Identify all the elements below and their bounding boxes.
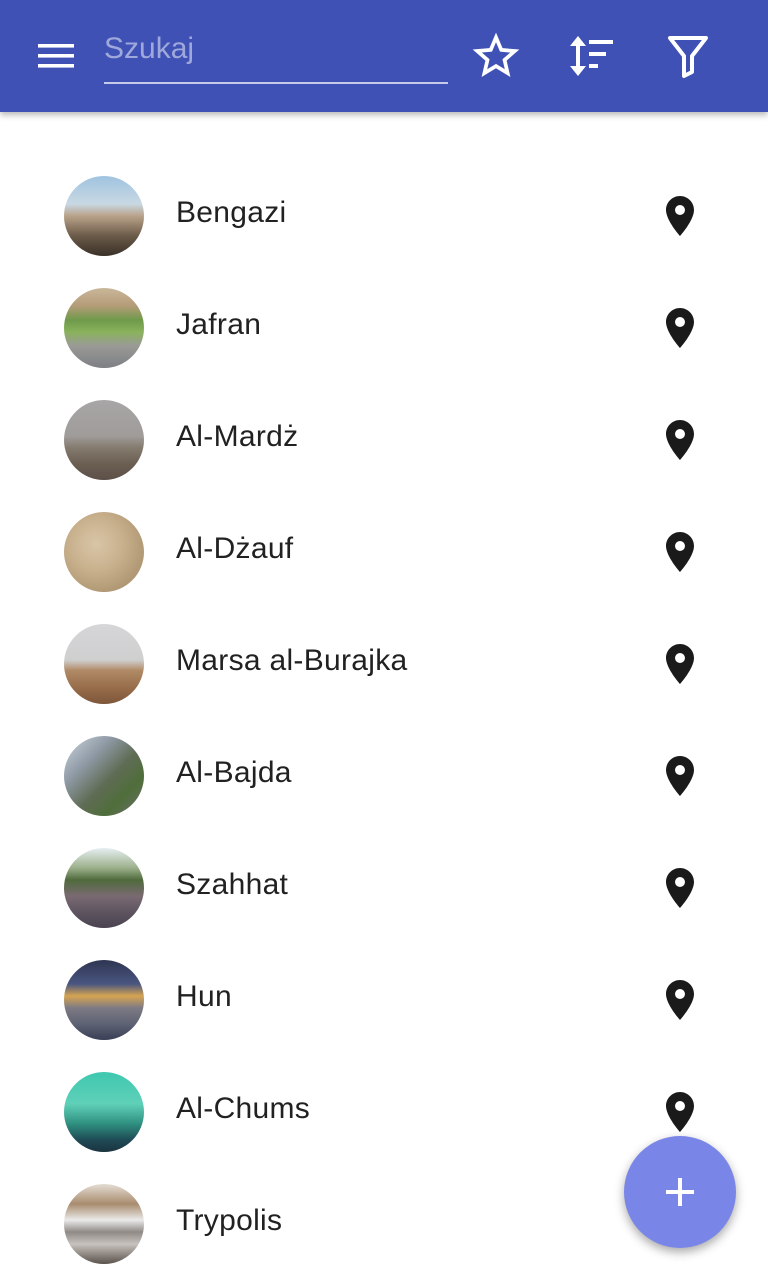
sort-button[interactable] <box>564 28 620 84</box>
show-on-map-button[interactable] <box>656 528 704 576</box>
map-pin-icon <box>666 980 694 1020</box>
list-item[interactable]: Hun <box>0 944 768 1056</box>
list-item[interactable]: Al-Bajda <box>0 720 768 832</box>
city-thumbnail <box>64 736 144 816</box>
city-name: Al-Chums <box>176 1092 311 1125</box>
sort-icon <box>570 36 613 76</box>
map-pin-icon <box>666 532 694 572</box>
list-item[interactable]: Marsa al-Burajka <box>0 608 768 720</box>
show-on-map-button[interactable] <box>656 752 704 800</box>
map-pin-icon <box>666 868 694 908</box>
city-name: Al-Mardż <box>176 420 299 453</box>
plus-icon <box>666 1178 694 1206</box>
show-on-map-button[interactable] <box>656 1088 704 1136</box>
map-pin-icon <box>666 420 694 460</box>
show-on-map-button[interactable] <box>656 192 704 240</box>
city-thumbnail <box>64 1072 144 1152</box>
city-name: Szahhat <box>176 868 289 901</box>
show-on-map-button[interactable] <box>656 864 704 912</box>
city-name: Al-Bajda <box>176 756 292 789</box>
map-pin-icon <box>666 196 694 236</box>
city-thumbnail <box>64 1184 144 1264</box>
city-name: Trypolis <box>176 1204 283 1237</box>
list-item[interactable]: Bengazi <box>0 160 768 272</box>
city-thumbnail <box>64 288 144 368</box>
add-button[interactable] <box>624 1136 736 1248</box>
filter-button[interactable] <box>660 28 716 84</box>
show-on-map-button[interactable] <box>656 976 704 1024</box>
favorites-button[interactable] <box>468 28 524 84</box>
filter-icon <box>668 36 708 78</box>
places-list: Bengazi Jafran Al-Mardż Al-Dżauf Marsa a… <box>0 160 768 1280</box>
menu-button[interactable] <box>24 30 88 82</box>
city-thumbnail <box>64 176 144 256</box>
show-on-map-button[interactable] <box>656 416 704 464</box>
show-on-map-button[interactable] <box>656 640 704 688</box>
city-thumbnail <box>64 960 144 1040</box>
city-name: Al-Dżauf <box>176 532 294 565</box>
city-name: Marsa al-Burajka <box>176 644 408 677</box>
menu-icon <box>38 44 74 68</box>
list-item[interactable]: Al-Dżauf <box>0 496 768 608</box>
city-thumbnail <box>64 400 144 480</box>
list-item[interactable]: Szahhat <box>0 832 768 944</box>
map-pin-icon <box>666 308 694 348</box>
list-item[interactable]: Jafran <box>0 272 768 384</box>
show-on-map-button[interactable] <box>656 304 704 352</box>
city-thumbnail <box>64 848 144 928</box>
city-name: Bengazi <box>176 196 287 229</box>
app-bar <box>0 0 768 112</box>
map-pin-icon <box>666 1092 694 1132</box>
city-thumbnail <box>64 624 144 704</box>
map-pin-icon <box>666 644 694 684</box>
search-input[interactable] <box>104 22 448 76</box>
city-name: Hun <box>176 980 232 1013</box>
search-field <box>104 22 448 84</box>
city-name: Jafran <box>176 308 262 341</box>
list-item[interactable]: Al-Mardż <box>0 384 768 496</box>
map-pin-icon <box>666 756 694 796</box>
star-outline-icon <box>472 32 520 77</box>
city-thumbnail <box>64 512 144 592</box>
